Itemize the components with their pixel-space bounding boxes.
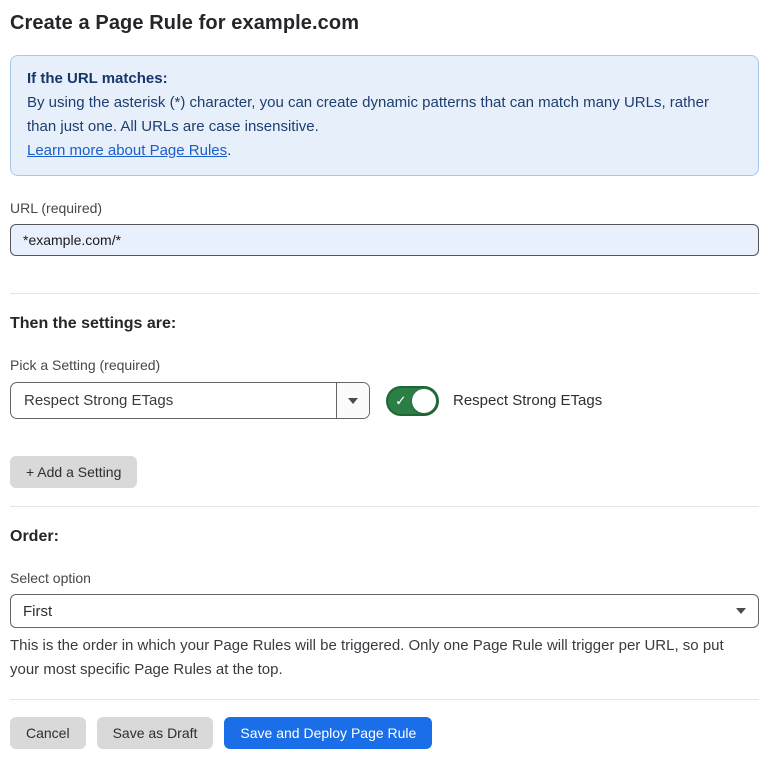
- order-section-heading: Order:: [10, 528, 759, 546]
- info-box-body: By using the asterisk (*) character, you…: [27, 91, 742, 139]
- section-divider: [10, 506, 759, 507]
- section-divider: [10, 293, 759, 294]
- info-box-link-line: Learn more about Page Rules.: [27, 139, 742, 163]
- respect-strong-etags-toggle[interactable]: ✓: [386, 386, 439, 416]
- link-suffix: .: [227, 142, 231, 159]
- toggle-label: Respect Strong ETags: [453, 392, 602, 409]
- chevron-down-icon: [348, 398, 358, 404]
- learn-more-link[interactable]: Learn more about Page Rules: [27, 142, 227, 159]
- footer-actions: Cancel Save as Draft Save and Deploy Pag…: [10, 717, 759, 749]
- cancel-button[interactable]: Cancel: [10, 717, 86, 749]
- order-help-text: This is the order in which your Page Rul…: [10, 634, 755, 682]
- check-icon: ✓: [395, 393, 407, 407]
- setting-select[interactable]: Respect Strong ETags: [10, 382, 370, 419]
- url-field-label: URL (required): [10, 199, 759, 217]
- save-and-deploy-button[interactable]: Save and Deploy Page Rule: [224, 717, 432, 749]
- settings-section-heading: Then the settings are:: [10, 315, 759, 333]
- setting-select-value: Respect Strong ETags: [11, 383, 336, 418]
- setting-toggle-group: ✓ Respect Strong ETags: [386, 386, 602, 416]
- order-select-value: First: [23, 603, 52, 620]
- url-input[interactable]: [10, 224, 759, 256]
- setting-row: Respect Strong ETags ✓ Respect Strong ET…: [10, 382, 759, 419]
- chevron-down-icon: [736, 608, 746, 614]
- save-as-draft-button[interactable]: Save as Draft: [97, 717, 214, 749]
- toggle-knob: [412, 389, 436, 413]
- page-title: Create a Page Rule for example.com: [10, 12, 759, 35]
- order-select[interactable]: First: [10, 594, 759, 628]
- create-page-rule-form: Create a Page Rule for example.com If th…: [0, 0, 769, 765]
- url-match-info-box: If the URL matches: By using the asteris…: [10, 55, 759, 176]
- add-setting-button[interactable]: + Add a Setting: [10, 456, 137, 488]
- info-box-heading: If the URL matches:: [27, 67, 742, 91]
- pick-setting-label: Pick a Setting (required): [10, 356, 759, 374]
- order-select-label: Select option: [10, 569, 759, 587]
- setting-select-arrow-button[interactable]: [336, 383, 369, 418]
- footer-divider: [10, 699, 759, 700]
